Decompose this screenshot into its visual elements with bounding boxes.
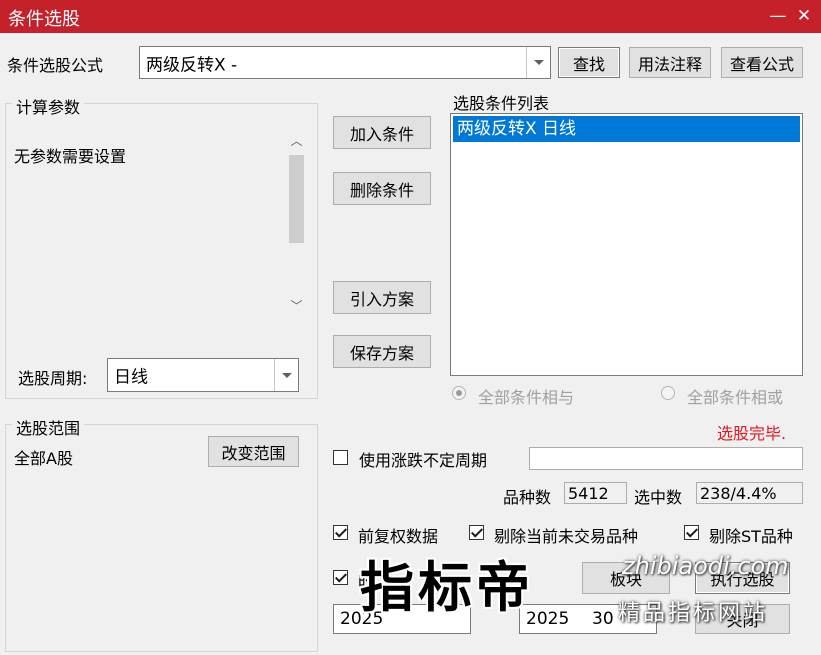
scroll-down-icon[interactable]: ﹀ [288,298,305,315]
params-group-label: 计算参数 [12,94,85,118]
save-plan-button[interactable]: 保存方案 [333,335,431,368]
import-plan-button[interactable]: 引入方案 [333,281,431,314]
list-item[interactable]: 两级反转X 日线 [453,116,800,142]
all-and-radio[interactable] [452,386,466,400]
formula-select-value: 两级反转X - [146,55,238,75]
title-bar: 条件选股 — ✕ [0,0,821,33]
exclude-st-label: 剔除ST品种 [709,527,793,546]
formula-label: 条件选股公式 [7,56,104,75]
all-and-label: 全部条件相与 [478,388,575,407]
condition-stock-picker-window: 条件选股 — ✕ 条件选股公式 两级反转X - 查找 用法注释 查看公式 计算参… [0,0,821,655]
range-value: 全部A股 [14,449,73,468]
watermark-slogan: 精品指标网站 [618,601,769,626]
selected-count-field: 238/4.4% [696,482,803,504]
view-formula-button[interactable]: 查看公式 [721,47,803,78]
remove-condition-button[interactable]: 删除条件 [333,172,431,205]
scroll-up-icon[interactable]: ︿ [288,133,305,150]
change-range-button[interactable]: 改变范围 [208,436,299,467]
range-group-label: 选股范围 [12,415,85,439]
indeterminate-period-checkbox[interactable] [333,450,348,465]
find-button[interactable]: 查找 [558,47,620,78]
params-scrollbar[interactable]: ︿ ﹀ [288,131,305,317]
params-text: 无参数需要设置 [14,147,127,166]
period-input[interactable] [529,447,803,470]
chevron-down-icon[interactable] [526,47,550,78]
scroll-thumb[interactable] [289,155,304,243]
all-or-label: 全部条件相或 [687,388,784,407]
variety-count-label: 品种数 [503,488,552,507]
usage-notes-button[interactable]: 用法注释 [629,47,711,78]
selected-count-label: 选中数 [634,488,683,507]
window-title: 条件选股 [8,9,80,30]
period-select-value: 日线 [114,367,148,388]
exclude-untraded-checkbox[interactable] [469,525,484,540]
add-condition-button[interactable]: 加入条件 [333,116,431,149]
all-or-radio[interactable] [661,386,675,400]
minimize-icon[interactable]: — [765,4,791,28]
indeterminate-period-label: 使用涨跌不定周期 [359,451,488,470]
condition-list[interactable]: 两级反转X 日线 [450,113,803,376]
variety-count-field: 5412 [564,482,627,504]
status-text: 选股完毕. [717,424,787,443]
end-date-tail: 30 [592,609,614,629]
chevron-down-icon[interactable] [274,359,298,391]
formula-select[interactable]: 两级反转X - [139,46,551,79]
period-select[interactable]: 日线 [107,358,299,392]
close-icon[interactable]: ✕ [791,4,817,28]
condition-list-label: 选股条件列表 [453,94,550,113]
exclude-st-checkbox[interactable] [684,525,699,540]
watermark-url: zhibiaodi.com [622,552,789,580]
period-label: 选股周期: [18,369,88,388]
watermark-brand: 指标帝 [360,556,534,619]
adjusted-data-checkbox[interactable] [333,525,348,540]
time-range-checkbox[interactable] [333,570,348,585]
